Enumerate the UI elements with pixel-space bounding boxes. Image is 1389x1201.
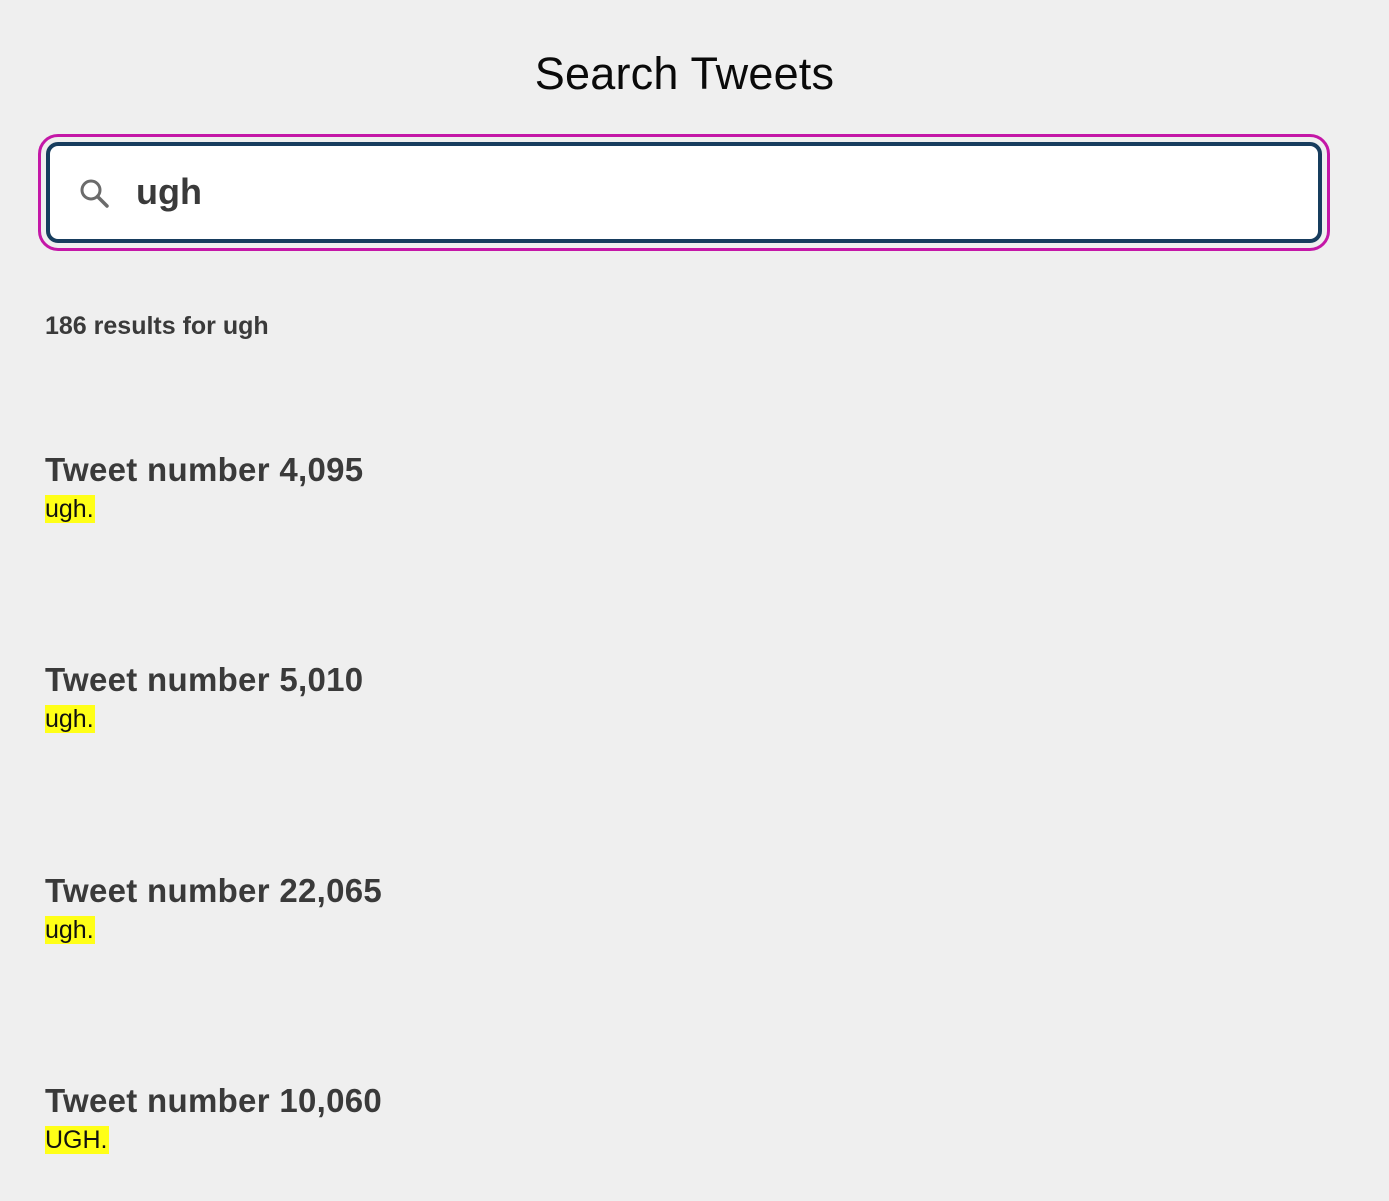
- result-item[interactable]: Tweet number 22,065 ugh.: [45, 871, 1045, 946]
- result-title[interactable]: Tweet number 10,060: [45, 1081, 1045, 1121]
- search-icon: [78, 177, 112, 211]
- highlighted-match: ugh.: [45, 495, 95, 523]
- result-item[interactable]: Tweet number 5,010 ugh.: [45, 660, 1045, 735]
- result-item[interactable]: Tweet number 4,095 ugh.: [45, 450, 1045, 525]
- results-count: 186 results for ugh: [45, 312, 269, 340]
- result-title[interactable]: Tweet number 4,095: [45, 450, 1045, 490]
- page-title: Search Tweets: [534, 48, 835, 99]
- highlighted-match: ugh.: [45, 916, 95, 944]
- search-focus-ring: [38, 134, 1330, 251]
- result-text: ugh.: [45, 914, 1045, 946]
- result-title[interactable]: Tweet number 22,065: [45, 871, 1045, 911]
- result-title[interactable]: Tweet number 5,010: [45, 660, 1045, 700]
- result-item[interactable]: Tweet number 10,060 UGH.: [45, 1081, 1045, 1156]
- result-text: ugh.: [45, 703, 1045, 735]
- result-text: ugh.: [45, 493, 1045, 525]
- highlighted-match: ugh.: [45, 705, 95, 733]
- highlighted-match: UGH.: [45, 1126, 109, 1154]
- result-text: UGH.: [45, 1124, 1045, 1156]
- search-box[interactable]: [46, 142, 1322, 243]
- search-input[interactable]: [136, 162, 1286, 222]
